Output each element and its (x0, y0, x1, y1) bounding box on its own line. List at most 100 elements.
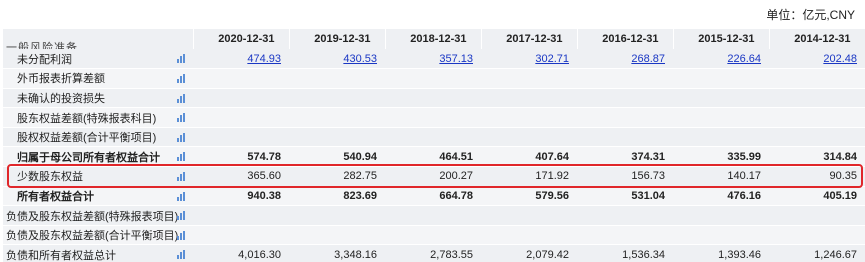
value-cell: 574.78 (193, 146, 289, 168)
row-label: 股东权益差额(特殊报表科目) (17, 112, 157, 125)
value-cell: 1,393.46 (673, 244, 769, 262)
table-row: 负债及股东权益差额(合计平衡项目) (3, 225, 865, 246)
value-link[interactable]: 430.53 (343, 53, 377, 65)
value-cell: 1,536.34 (577, 244, 673, 262)
value-cell (481, 225, 577, 246)
value-cell (193, 88, 289, 109)
value-cell (193, 127, 289, 148)
value-cell: 474.93 (193, 49, 289, 70)
bar-chart-icon[interactable] (177, 113, 187, 123)
table-row-highlighted: 少数股东权益 365.60 282.75 200.27 171.92 156.7… (3, 166, 865, 187)
row-label-cell: 股东权益差额(特殊报表科目) (3, 107, 193, 128)
value-cell (481, 205, 577, 226)
value-cell: 540.94 (289, 146, 385, 168)
value-link[interactable]: 302.71 (535, 53, 569, 65)
bar-chart-icon[interactable] (177, 250, 187, 260)
row-label: 负债和所有者权益总计 (6, 249, 116, 262)
value-cell (193, 68, 289, 89)
value-cell (481, 68, 577, 89)
value-cell: 4,016.30 (193, 244, 289, 262)
table-row: 未分配利润 474.93 430.53 357.13 302.71 268.87… (3, 49, 865, 70)
table-row: 负债和所有者权益总计 4,016.30 3,348.16 2,783.55 2,… (3, 244, 865, 262)
bar-chart-icon[interactable] (177, 191, 187, 201)
value-cell (673, 88, 769, 109)
row-label: 股权权益差额(合计平衡项目) (17, 132, 157, 145)
bar-chart-icon[interactable] (177, 74, 187, 84)
value-cell (769, 225, 865, 246)
value-cell: 3,348.16 (289, 244, 385, 262)
row-label-cell: 归属于母公司所有者权益合计 (3, 146, 193, 168)
value-cell: 226.64 (673, 49, 769, 70)
value-cell: 1,246.67 (769, 244, 865, 262)
unit-label: 单位：亿元,CNY (766, 8, 855, 22)
value-cell: 282.75 (289, 166, 385, 187)
value-cell: 2,079.42 (481, 244, 577, 262)
row-label: 负债及股东权益差额(合计平衡项目) (6, 230, 179, 243)
value-cell: 464.51 (385, 146, 481, 168)
year-header[interactable]: 2016-12-31 (577, 29, 674, 49)
bar-chart-icon[interactable] (177, 132, 187, 142)
row-label-cell: 股权权益差额(合计平衡项目) (3, 127, 193, 148)
header-row: 一般风险准备 2020-12-31 2019-12-31 2018-12-31 … (3, 29, 865, 49)
row-label-cell: 未分配利润 (3, 49, 193, 70)
row-label: 未确认的投资损失 (17, 92, 105, 105)
bar-chart-icon[interactable] (177, 93, 187, 103)
bar-chart-icon[interactable] (177, 172, 187, 182)
value-cell (769, 88, 865, 109)
value-cell: 940.38 (193, 186, 289, 207)
bar-chart-icon[interactable] (177, 152, 187, 162)
row-label-cell: 负债及股东权益差额(合计平衡项目) (3, 225, 193, 246)
bar-chart-icon[interactable] (177, 211, 187, 221)
row-label-cell: 未确认的投资损失 (3, 88, 193, 109)
value-cell (481, 107, 577, 128)
value-cell: 664.78 (385, 186, 481, 207)
value-cell (385, 88, 481, 109)
row-label: 外币报表折算差额 (17, 73, 105, 86)
value-cell (577, 205, 673, 226)
value-cell (673, 107, 769, 128)
value-cell (289, 107, 385, 128)
year-header[interactable]: 2014-12-31 (769, 29, 865, 49)
value-cell: 268.87 (577, 49, 673, 70)
value-cell (193, 205, 289, 226)
value-cell: 823.69 (289, 186, 385, 207)
value-cell (385, 127, 481, 148)
row-label: 少数股东权益 (17, 171, 83, 184)
value-cell (577, 225, 673, 246)
year-header[interactable]: 2018-12-31 (385, 29, 482, 49)
value-cell: 476.16 (673, 186, 769, 207)
value-cell (481, 127, 577, 148)
value-link[interactable]: 202.48 (823, 53, 857, 65)
value-cell (673, 225, 769, 246)
value-link[interactable]: 474.93 (247, 53, 281, 65)
value-cell (385, 107, 481, 128)
value-cell (289, 68, 385, 89)
value-cell: 430.53 (289, 49, 385, 70)
value-cell: 407.64 (481, 146, 577, 168)
value-cell (289, 205, 385, 226)
bar-chart-icon[interactable] (177, 230, 187, 240)
table-row: 归属于母公司所有者权益合计 574.78 540.94 464.51 407.6… (3, 146, 865, 168)
year-header[interactable]: 2019-12-31 (289, 29, 386, 49)
value-cell: 2,783.55 (385, 244, 481, 262)
value-cell: 302.71 (481, 49, 577, 70)
value-cell (193, 107, 289, 128)
value-cell: 156.73 (577, 166, 673, 187)
header-label-cell: 一般风险准备 (3, 29, 194, 49)
bar-chart-icon[interactable] (177, 54, 187, 63)
table-row: 未确认的投资损失 (3, 88, 865, 109)
value-link[interactable]: 226.64 (727, 53, 761, 65)
year-header[interactable]: 2017-12-31 (481, 29, 578, 49)
year-header[interactable]: 2020-12-31 (193, 29, 290, 49)
year-header[interactable]: 2015-12-31 (673, 29, 770, 49)
value-cell: 405.19 (769, 186, 865, 207)
value-link[interactable]: 357.13 (439, 53, 473, 65)
row-label: 所有者权益合计 (17, 190, 94, 203)
value-link[interactable]: 268.87 (631, 53, 665, 65)
row-label-cell: 所有者权益合计 (3, 186, 193, 207)
row-label-cell: 负债及股东权益差额(特殊报表项目) (3, 205, 193, 226)
balance-sheet-table: 一般风险准备 2020-12-31 2019-12-31 2018-12-31 … (3, 29, 865, 262)
value-cell: 314.84 (769, 146, 865, 168)
table-row: 股东权益差额(特殊报表科目) (3, 107, 865, 128)
value-cell (577, 127, 673, 148)
